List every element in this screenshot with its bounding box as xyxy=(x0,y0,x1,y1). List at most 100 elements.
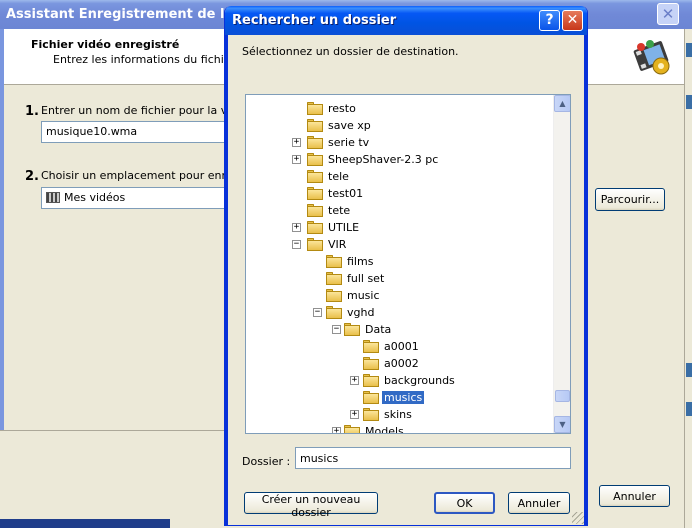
folder-icon xyxy=(307,119,323,132)
folder-icon xyxy=(307,187,323,200)
expand-icon[interactable]: + xyxy=(292,155,301,164)
folder-icon xyxy=(344,323,360,336)
folder-icon xyxy=(363,357,379,370)
tree-item-a0002[interactable]: a0002 xyxy=(246,355,553,372)
tree-item-data[interactable]: − Data xyxy=(246,321,553,338)
tree-item-tete[interactable]: tete xyxy=(246,202,553,219)
wizard-cancel-button[interactable]: Annuler xyxy=(599,485,670,507)
dialog-titlebar: Rechercher un dossier ? ✕ xyxy=(225,6,587,35)
folder-icon xyxy=(307,153,323,166)
tree-item-label: VIR xyxy=(328,238,347,251)
help-button[interactable]: ? xyxy=(539,10,560,31)
tree-item-utile[interactable]: + UTILE xyxy=(246,219,553,236)
scroll-down-button[interactable]: ▼ xyxy=(554,416,570,433)
scroll-thumb[interactable] xyxy=(555,390,570,402)
filename-value: musique10.wma xyxy=(46,125,138,138)
folder-icon xyxy=(326,289,342,302)
dialog-title: Rechercher un dossier xyxy=(232,13,397,28)
expand-icon[interactable]: + xyxy=(350,410,359,419)
dialog-left-border xyxy=(225,35,228,525)
expand-icon[interactable]: + xyxy=(292,138,301,147)
folder-icon xyxy=(363,374,379,387)
folder-icon xyxy=(363,340,379,353)
dialog-close-button[interactable]: ✕ xyxy=(562,10,583,31)
tree-item-full-set[interactable]: full set xyxy=(246,270,553,287)
collapse-icon[interactable]: − xyxy=(332,325,341,334)
tree-item-vir[interactable]: − VIR xyxy=(246,236,553,253)
new-folder-button[interactable]: Créer un nouveau dossier xyxy=(244,492,378,519)
background-fragment xyxy=(686,363,692,377)
filename-field[interactable]: musique10.wma xyxy=(41,121,226,143)
background-fragment xyxy=(686,95,692,109)
step-1-number: 1. xyxy=(25,104,39,119)
tree-item-models[interactable]: + Models xyxy=(246,423,553,434)
help-icon: ? xyxy=(545,12,554,28)
ok-button[interactable]: OK xyxy=(434,492,495,514)
tree-item-resto[interactable]: resto xyxy=(246,100,553,117)
tree-item-label: musics xyxy=(382,391,425,404)
tree-item-label: music xyxy=(347,289,380,302)
browse-button[interactable]: Parcourir... xyxy=(595,188,665,211)
tree-item-label: full set xyxy=(347,272,385,285)
folder-icon xyxy=(307,170,323,183)
folder-icon xyxy=(344,425,360,433)
step-2-number: 2. xyxy=(25,169,39,184)
tree-item-films[interactable]: films xyxy=(246,253,553,270)
tree-item-label: tele xyxy=(328,170,349,183)
tree-scrollbar[interactable]: ▲ ▼ xyxy=(553,95,570,433)
tree-item-music[interactable]: music xyxy=(246,287,553,304)
tree-item-label: skins xyxy=(384,408,412,421)
tree-item-label: save xp xyxy=(328,119,371,132)
folder-icon xyxy=(326,306,342,319)
resize-grip[interactable] xyxy=(572,512,584,524)
tree-item-vghd[interactable]: − vghd xyxy=(246,304,553,321)
expand-icon[interactable]: + xyxy=(292,223,301,232)
video-folder-icon xyxy=(46,192,60,203)
browse-folder-dialog: Rechercher un dossier ? ✕ Sélectionnez u… xyxy=(224,6,588,526)
folder-icon xyxy=(307,221,323,234)
expand-icon[interactable]: + xyxy=(332,427,341,433)
dialog-instruction: Sélectionnez un dossier de destination. xyxy=(242,45,459,58)
wizard-close-button[interactable]: ✕ xyxy=(657,3,679,25)
taskbar-fragment xyxy=(0,519,170,528)
close-icon: ✕ xyxy=(566,12,579,28)
wizard-title: Assistant Enregistrement de la vid xyxy=(6,7,261,22)
tree-item-tele[interactable]: tele xyxy=(246,168,553,185)
tree-item-label: serie tv xyxy=(328,136,370,149)
folder-icon xyxy=(307,204,323,217)
tree-item-sheepshaver-2-3-pc[interactable]: + SheepShaver-2.3 pc xyxy=(246,151,553,168)
tree-item-label: test01 xyxy=(328,187,364,200)
folder-input[interactable] xyxy=(295,447,571,469)
collapse-icon[interactable]: − xyxy=(292,240,301,249)
tree-item-label: UTILE xyxy=(328,221,360,234)
folder-icon xyxy=(307,238,323,251)
tree-item-test01[interactable]: test01 xyxy=(246,185,553,202)
tree-item-save-xp[interactable]: save xp xyxy=(246,117,553,134)
location-value: Mes vidéos xyxy=(64,191,126,204)
folder-tree[interactable]: resto save xp + serie tv + SheepShaver-2.3 pc… xyxy=(245,94,571,434)
folder-label: Dossier : xyxy=(242,455,291,468)
location-field[interactable]: Mes vidéos xyxy=(41,187,226,209)
collapse-icon[interactable]: − xyxy=(313,308,322,317)
tree-item-label: a0002 xyxy=(384,357,419,370)
tree-item-label: Data xyxy=(365,323,392,336)
folder-icon xyxy=(307,136,323,149)
tree-item-backgrounds[interactable]: + backgrounds xyxy=(246,372,553,389)
tree-item-label: Models xyxy=(365,425,404,434)
dialog-cancel-button[interactable]: Annuler xyxy=(508,492,570,514)
tree-item-label: resto xyxy=(328,102,356,115)
folder-icon xyxy=(326,255,342,268)
tree-item-serie-tv[interactable]: + serie tv xyxy=(246,134,553,151)
tree-item-label: backgrounds xyxy=(384,374,455,387)
dialog-right-border xyxy=(584,35,587,525)
tree-item-label: films xyxy=(347,255,374,268)
folder-icon xyxy=(326,272,342,285)
background-fragment xyxy=(686,402,692,416)
expand-icon[interactable]: + xyxy=(350,376,359,385)
scroll-up-button[interactable]: ▲ xyxy=(554,95,570,112)
tree-item-label: SheepShaver-2.3 pc xyxy=(328,153,439,166)
step-1-label: Entrer un nom de fichier pour la vidéo xyxy=(41,104,251,117)
tree-item-a0001[interactable]: a0001 xyxy=(246,338,553,355)
tree-item-musics[interactable]: musics xyxy=(246,389,553,406)
tree-item-skins[interactable]: + skins xyxy=(246,406,553,423)
